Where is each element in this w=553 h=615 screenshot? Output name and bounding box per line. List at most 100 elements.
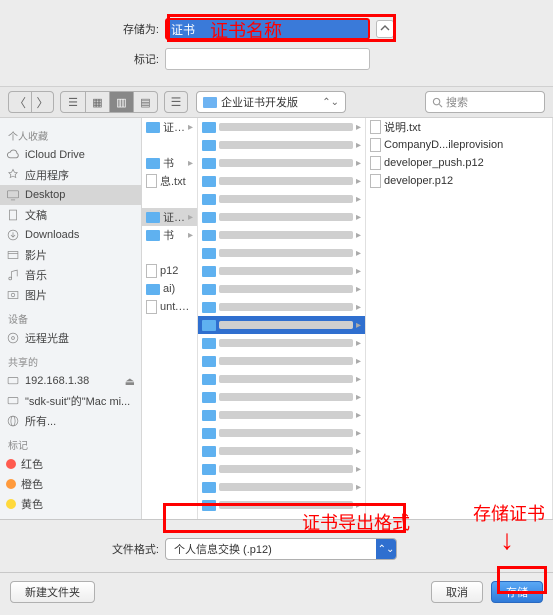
list-item[interactable]: ▸ — [198, 298, 365, 316]
folder-icon — [202, 446, 216, 457]
list-item[interactable]: ▸ — [198, 172, 365, 190]
nav-back-forward[interactable]: 〈 〉 — [8, 91, 54, 113]
list-item[interactable]: 书▸ — [142, 226, 197, 244]
doc-icon — [146, 300, 157, 314]
cancel-button[interactable]: 取消 — [431, 581, 483, 603]
sidebar-item[interactable]: 图片 — [0, 285, 141, 305]
path-popup[interactable]: 企业证书开发版 ⌃⌄ — [196, 91, 346, 113]
blurred-label — [219, 123, 353, 131]
folder-icon — [202, 284, 216, 295]
sidebar-item[interactable]: 文稿 — [0, 205, 141, 225]
list-item[interactable]: ▸ — [198, 262, 365, 280]
list-item[interactable]: ▸ — [198, 208, 365, 226]
eject-icon[interactable]: ⏏ — [125, 375, 135, 388]
sidebar-item[interactable]: 所有... — [0, 411, 141, 431]
sidebar-item[interactable]: 192.168.1.38⏏ — [0, 371, 141, 391]
tag-dot-icon — [6, 459, 16, 469]
list-item[interactable]: ▸ — [198, 118, 365, 136]
chevron-right-icon: ▸ — [356, 338, 361, 349]
expand-toggle[interactable] — [376, 20, 394, 38]
save-button[interactable]: 存储 — [491, 581, 543, 603]
tags-input[interactable] — [165, 48, 370, 70]
tags-label: 标记: — [0, 51, 165, 67]
list-item[interactable]: developer.p12 — [366, 172, 552, 190]
blurred-label — [219, 321, 353, 329]
list-item[interactable]: 书▸ — [142, 154, 197, 172]
list-item[interactable]: developer_push.p12 — [366, 154, 552, 172]
list-item[interactable]: ai) — [142, 280, 197, 298]
list-item[interactable]: 证书▸ — [142, 208, 197, 226]
search-input[interactable]: 搜索 — [425, 91, 545, 113]
folder-icon — [202, 122, 216, 133]
group-icon[interactable]: ☰ — [165, 92, 187, 112]
sidebar-item[interactable]: Desktop — [0, 185, 141, 205]
list-item[interactable]: ▸ — [198, 316, 365, 334]
list-item[interactable]: ▸ — [198, 460, 365, 478]
blurred-label — [219, 213, 353, 221]
nav-forward-icon[interactable]: 〉 — [31, 92, 53, 112]
sidebar-header-favorites: 个人收藏 — [0, 122, 141, 145]
disc-icon — [6, 331, 20, 345]
list-item[interactable]: ▸ — [198, 388, 365, 406]
sidebar-item[interactable]: 远程光盘 — [0, 328, 141, 348]
list-item[interactable]: 息.txt — [142, 172, 197, 190]
list-item[interactable]: unt.cer — [142, 298, 197, 316]
list-item[interactable]: p12 — [142, 262, 197, 280]
chevron-right-icon: ▸ — [356, 176, 361, 187]
item-label: 书 — [163, 227, 185, 243]
list-item[interactable]: ▸ — [198, 352, 365, 370]
view-icon-2[interactable]: ▦ — [85, 92, 109, 112]
list-item[interactable]: ▸ — [198, 244, 365, 262]
sidebar-item[interactable]: 影片 — [0, 245, 141, 265]
updown-icon: ⌃⌄ — [376, 539, 396, 559]
list-item[interactable]: ▸ — [198, 478, 365, 496]
new-folder-button[interactable]: 新建文件夹 — [10, 581, 95, 603]
sidebar-item[interactable]: Downloads — [0, 225, 141, 245]
view-mode-segment[interactable]: ☰ ▦ ▥ ▤ — [60, 91, 158, 113]
column-3[interactable]: 说明.txtCompanyD...ileprovisiondeveloper_p… — [366, 118, 553, 519]
view-icon-4[interactable]: ▤ — [133, 92, 157, 112]
list-item[interactable]: ▸ — [198, 496, 365, 514]
nav-back-icon[interactable]: 〈 — [9, 92, 31, 112]
list-item[interactable]: 说明.txt — [366, 118, 552, 136]
list-item[interactable]: ▸ — [198, 334, 365, 352]
chevron-right-icon: ▸ — [356, 158, 361, 169]
chevron-right-icon: ▸ — [188, 212, 193, 223]
sidebar-tag[interactable]: 黄色 — [0, 494, 141, 514]
blurred-label — [219, 429, 353, 437]
list-item[interactable]: ▸ — [198, 424, 365, 442]
list-item[interactable]: ▸ — [198, 370, 365, 388]
list-item[interactable]: ▸ — [198, 406, 365, 424]
list-item[interactable]: ▸ — [198, 280, 365, 298]
sidebar-header-shared: 共享的 — [0, 348, 141, 371]
list-item[interactable]: ▸ — [198, 442, 365, 460]
item-label: 书 — [163, 155, 185, 171]
list-item[interactable]: 证书▸ — [142, 118, 197, 136]
column-2[interactable]: ▸▸▸▸▸▸▸▸▸▸▸▸▸▸▸▸▸▸▸▸▸▸ — [198, 118, 366, 519]
app-icon — [6, 168, 20, 182]
chevron-right-icon: ▸ — [356, 266, 361, 277]
tag-dot-icon — [6, 499, 16, 509]
view-columns-icon[interactable]: ▥ — [109, 92, 133, 112]
blurred-label — [219, 483, 353, 491]
blurred-label — [219, 393, 353, 401]
chevron-right-icon: ▸ — [356, 212, 361, 223]
saveas-label: 存储为: — [0, 21, 165, 37]
sidebar-tag[interactable]: 红色 — [0, 454, 141, 474]
sidebar-item[interactable]: "sdk-suit"的"Mac mi... — [0, 391, 141, 411]
view-icon-1[interactable]: ☰ — [61, 92, 85, 112]
sidebar-item[interactable]: 应用程序 — [0, 165, 141, 185]
list-item[interactable]: ▸ — [198, 136, 365, 154]
sidebar-tag[interactable]: 橙色 — [0, 474, 141, 494]
list-item[interactable]: CompanyD...ileprovision — [366, 136, 552, 154]
column-1[interactable]: 证书▸书▸息.txt证书▸书▸p12ai)unt.cer — [142, 118, 198, 519]
sidebar-item[interactable]: iCloud Drive — [0, 145, 141, 165]
sidebar-item[interactable]: 音乐 — [0, 265, 141, 285]
chevron-right-icon: ▸ — [356, 356, 361, 367]
saveas-input[interactable] — [165, 18, 370, 40]
format-select[interactable]: 个人信息交换 (.p12) ⌃⌄ — [165, 538, 397, 560]
blurred-label — [219, 375, 353, 383]
list-item[interactable]: ▸ — [198, 226, 365, 244]
list-item[interactable]: ▸ — [198, 190, 365, 208]
list-item[interactable]: ▸ — [198, 154, 365, 172]
